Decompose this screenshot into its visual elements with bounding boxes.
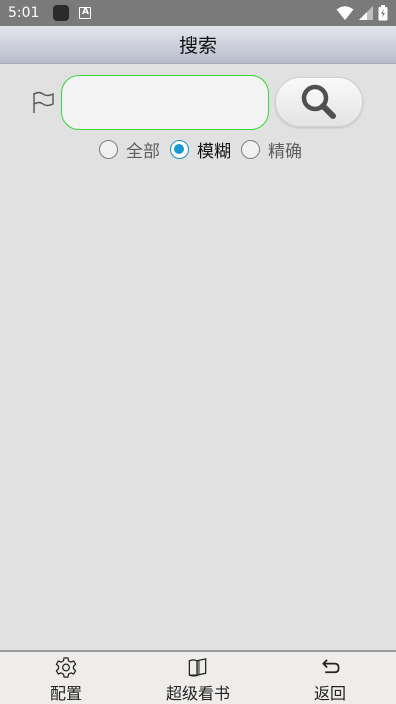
battery-icon [378, 5, 388, 21]
radio-circle[interactable] [170, 139, 189, 159]
status-bar: 5:01 A [0, 0, 396, 26]
nav-back[interactable]: 返回 [264, 652, 396, 704]
radio-all[interactable]: 全部 [99, 137, 160, 162]
book-icon [188, 658, 207, 677]
nav-label: 配置 [49, 684, 82, 703]
status-indicators [336, 5, 388, 21]
search-input[interactable] [61, 75, 269, 130]
radio-label: 精确 [268, 141, 302, 162]
search-button[interactable] [275, 77, 363, 127]
radio-fuzzy[interactable]: 模糊 [170, 137, 231, 162]
a-icon: A [79, 7, 92, 19]
radio-circle[interactable] [241, 139, 260, 159]
nav-label: 返回 [313, 684, 346, 703]
app-icon [53, 5, 70, 21]
status-time: 5:01 [8, 5, 40, 21]
gear-icon [55, 657, 77, 678]
back-arrow-icon [322, 659, 340, 674]
search-mode-group: 全部 模糊 精确 [99, 137, 312, 162]
flag-icon[interactable] [31, 91, 55, 115]
radio-circle[interactable] [99, 139, 118, 159]
signal-icon [359, 6, 373, 20]
bottom-nav: 配置 超级看书 返回 [0, 650, 396, 704]
wifi-icon [336, 6, 354, 20]
title-bar: 搜索 [0, 26, 396, 64]
app-screen: 5:01 A 搜索 全部 模糊 精确 配置 超级看书 返回 [0, 0, 396, 704]
radio-exact[interactable]: 精确 [241, 137, 302, 162]
radio-label: 全部 [126, 141, 160, 162]
nav-label: 超级看书 [165, 684, 230, 703]
nav-settings[interactable]: 配置 [0, 652, 132, 704]
search-icon [301, 84, 336, 119]
nav-super-reader[interactable]: 超级看书 [132, 652, 264, 704]
radio-label: 模糊 [197, 141, 231, 162]
page-title: 搜索 [178, 35, 217, 57]
